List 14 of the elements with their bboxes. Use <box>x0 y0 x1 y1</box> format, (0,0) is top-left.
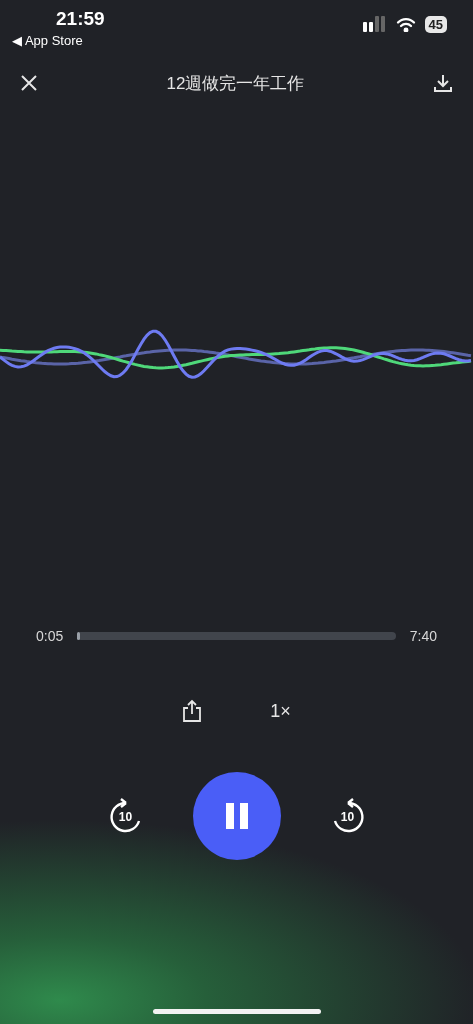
clock-time: 21:59 <box>56 8 105 30</box>
playback-speed-button[interactable]: 1× <box>270 700 291 722</box>
battery-level: 45 <box>424 15 447 33</box>
signal-icon <box>362 16 387 32</box>
progress-track[interactable] <box>77 632 396 640</box>
share-button[interactable] <box>182 699 203 723</box>
elapsed-time: 0:05 <box>36 628 64 644</box>
total-time: 7:40 <box>409 628 437 644</box>
pause-icon <box>223 803 250 829</box>
close-button[interactable] <box>20 74 38 92</box>
wifi-icon <box>395 16 416 32</box>
episode-title: 12週做完一年工作 <box>166 72 305 95</box>
back-to-app-link[interactable]: ◀ App Store <box>12 33 83 48</box>
download-button[interactable] <box>433 73 453 93</box>
